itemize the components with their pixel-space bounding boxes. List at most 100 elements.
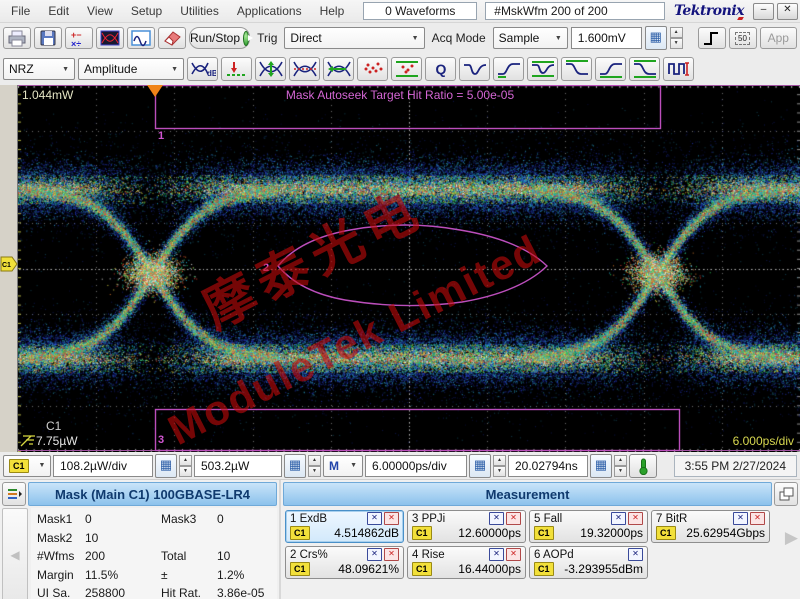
- coding-select[interactable]: NRZ: [3, 58, 75, 80]
- print-button[interactable]: [3, 27, 31, 49]
- keypad-icon[interactable]: [590, 453, 612, 478]
- minimize-button[interactable]: –: [753, 2, 774, 20]
- spin-down-icon[interactable]: [669, 38, 683, 49]
- spin-up-icon[interactable]: [493, 454, 506, 466]
- keypad-icon[interactable]: [469, 453, 491, 478]
- spin-up-icon[interactable]: [308, 454, 321, 466]
- eye-diagram-icon[interactable]: [489, 548, 504, 561]
- menu-applications[interactable]: Applications: [228, 4, 311, 18]
- run-stop-button[interactable]: Run/Stop: [189, 27, 254, 49]
- autofit-waveform-button[interactable]: [127, 27, 155, 49]
- measurement-box-ppji[interactable]: 3 PPJi C112.60000ps: [407, 510, 526, 543]
- rise-step-button[interactable]: [493, 57, 524, 81]
- menu-edit[interactable]: Edit: [39, 4, 78, 18]
- edge-trigger-button[interactable]: [697, 27, 726, 49]
- horizontal-scale-field[interactable]: 6.00000ps/div: [365, 454, 467, 477]
- eye-height-button[interactable]: [255, 57, 286, 81]
- bit-sequence-button[interactable]: [663, 57, 694, 81]
- menu-help[interactable]: Help: [311, 4, 354, 18]
- fall-step-button[interactable]: [561, 57, 592, 81]
- spin-up-icon[interactable]: [669, 27, 683, 38]
- keypad-icon[interactable]: [644, 26, 667, 50]
- save-button[interactable]: [34, 27, 62, 49]
- spin-up-icon[interactable]: [614, 454, 627, 466]
- crossing-icon: [292, 61, 317, 77]
- fifty-percent-button[interactable]: 50: [728, 27, 757, 49]
- mask-region-3[interactable]: [154, 408, 681, 452]
- timebase-select[interactable]: M: [323, 454, 363, 477]
- menu-view[interactable]: View: [78, 4, 122, 18]
- horizontal-scale-stepper[interactable]: [493, 454, 506, 477]
- measurement-box-bitr[interactable]: 7 BitR C125.62954Gbps: [651, 510, 770, 543]
- source-badge: C1: [412, 526, 432, 540]
- eye-diagram-icon[interactable]: [611, 512, 626, 525]
- eye-diagram-icon[interactable]: [628, 548, 643, 561]
- eye-diagram-icon[interactable]: [367, 512, 382, 525]
- fall-overshoot-button[interactable]: [459, 57, 490, 81]
- eye-diagram-icon[interactable]: [733, 512, 748, 525]
- collapse-left-button[interactable]: [2, 508, 28, 599]
- eye-diagram-icon[interactable]: [489, 512, 504, 525]
- menu-setup[interactable]: Setup: [122, 4, 171, 18]
- channel-label: C1: [46, 419, 62, 433]
- menu-file[interactable]: File: [2, 4, 39, 18]
- math-button[interactable]: +− ×÷: [65, 27, 93, 49]
- measurement-box-crs[interactable]: 2 Crs% C148.09621%: [285, 546, 404, 579]
- popout-button[interactable]: [774, 482, 798, 506]
- spin-down-icon[interactable]: [614, 465, 627, 477]
- trigger-level-stepper[interactable]: [669, 27, 683, 49]
- measurement-box-fall[interactable]: 5 Fall C119.32000ps: [529, 510, 648, 543]
- mask-panel-title: Mask (Main C1) 100GBASE-LR4: [28, 482, 277, 506]
- scroll-right-button[interactable]: [785, 528, 798, 548]
- temperature-button[interactable]: [629, 453, 657, 478]
- eye-db-button[interactable]: dB: [187, 57, 218, 81]
- vertical-scale-stepper[interactable]: [179, 454, 192, 477]
- mask-hits-icon[interactable]: [384, 512, 399, 525]
- eraser-button[interactable]: [158, 27, 186, 49]
- trigger-source-select[interactable]: Direct: [284, 27, 425, 49]
- menu-utilities[interactable]: Utilities: [171, 4, 228, 18]
- mask-hits-icon[interactable]: [506, 512, 521, 525]
- q-factor-button[interactable]: Q: [425, 57, 456, 81]
- mask-hits-icon[interactable]: [750, 512, 765, 525]
- jitter-dm-button[interactable]: [221, 57, 252, 81]
- eye-width-button[interactable]: [323, 57, 354, 81]
- vertical-offset-field[interactable]: 503.2µW: [194, 454, 282, 477]
- dip-levels-button[interactable]: [527, 57, 558, 81]
- keypad-icon[interactable]: [155, 453, 177, 478]
- mask-setup-button[interactable]: [2, 482, 26, 506]
- mask-region-2[interactable]: [277, 224, 549, 307]
- mask-margin-button[interactable]: [391, 57, 422, 81]
- spin-down-icon[interactable]: [308, 465, 321, 477]
- trigger-level-field[interactable]: 1.600mV: [570, 27, 642, 49]
- mask-hits-icon[interactable]: [384, 548, 399, 561]
- eye-diagram-icon[interactable]: [367, 548, 382, 561]
- channel-select[interactable]: C1: [3, 454, 51, 477]
- spin-down-icon[interactable]: [493, 465, 506, 477]
- mask-hits-button[interactable]: [357, 57, 388, 81]
- mask-test-button[interactable]: [96, 27, 124, 49]
- spin-up-icon[interactable]: [179, 454, 192, 466]
- close-button[interactable]: ✕: [777, 2, 798, 20]
- vertical-scale-field[interactable]: 108.2µW/div: [53, 454, 153, 477]
- horizontal-position-field[interactable]: 20.02794ns: [508, 454, 588, 477]
- mask-hits-icon[interactable]: [506, 548, 521, 561]
- horizontal-position-stepper[interactable]: [614, 454, 627, 477]
- measure-category-select[interactable]: Amplitude: [78, 58, 184, 80]
- fall-levels-button[interactable]: [629, 57, 660, 81]
- measurement-box-rise[interactable]: 4 Rise C116.44000ps: [407, 546, 526, 579]
- mask-hits-icon[interactable]: [628, 512, 643, 525]
- measurement-box-aopd[interactable]: 6 AOPd C1-3.293955dBm: [529, 546, 648, 579]
- crossing-button[interactable]: [289, 57, 320, 81]
- scale-bar: C1 108.2µW/div 503.2µW M 6.00000ps/div 2…: [0, 452, 800, 479]
- measurement-box-exdb[interactable]: 1 ExdB C14.514862dB: [285, 510, 404, 543]
- spin-down-icon[interactable]: [179, 465, 192, 477]
- eye-height-icon: [258, 61, 283, 77]
- rise-curve-button[interactable]: [595, 57, 626, 81]
- app-button[interactable]: App: [759, 27, 797, 49]
- vertical-offset-stepper[interactable]: [308, 454, 321, 477]
- keypad-icon[interactable]: [284, 453, 306, 478]
- acq-mode-select[interactable]: Sample: [492, 27, 568, 49]
- svg-text:Q: Q: [435, 61, 446, 77]
- menu-bar: File Edit View Setup Utilities Applicati…: [0, 0, 800, 23]
